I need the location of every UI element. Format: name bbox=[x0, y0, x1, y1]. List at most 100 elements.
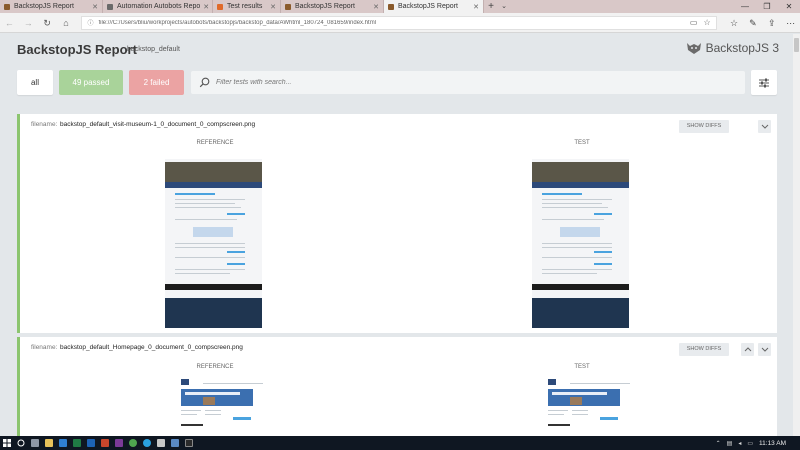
app-icon[interactable] bbox=[154, 436, 168, 450]
browser-tab-title: Automation Autobots Repo bbox=[117, 3, 201, 10]
browser-tab[interactable]: Automation Autobots Repo ✕ bbox=[103, 0, 213, 13]
filter-all-button[interactable]: all bbox=[17, 70, 53, 95]
show-diffs-button[interactable]: SHOW DIFFS bbox=[679, 343, 729, 356]
close-icon[interactable]: ✕ bbox=[470, 3, 479, 11]
address-bar: ← → ↻ ⌂ ⓘ file:///C:/Users/bliu/workproj… bbox=[0, 13, 800, 33]
volume-icon[interactable]: ◂ bbox=[738, 440, 741, 447]
test-label: TEST bbox=[574, 140, 590, 146]
scrollbar-thumb[interactable] bbox=[794, 38, 799, 52]
expand-down-button[interactable] bbox=[758, 120, 771, 133]
excel-icon[interactable] bbox=[70, 436, 84, 450]
collapse-up-button[interactable] bbox=[741, 343, 754, 356]
test-screenshot[interactable] bbox=[532, 153, 629, 328]
edge-browser-icon[interactable] bbox=[56, 436, 70, 450]
settings-button[interactable] bbox=[751, 70, 777, 95]
window-controls: — ❐ ✕ bbox=[734, 0, 800, 13]
close-icon[interactable]: ✕ bbox=[267, 3, 276, 11]
info-icon[interactable]: ⓘ bbox=[87, 18, 93, 27]
browser-tab[interactable]: Test results ✕ bbox=[213, 0, 281, 13]
chrome-icon[interactable] bbox=[126, 436, 140, 450]
page-title: BackstopJS Report bbox=[17, 42, 137, 57]
taskbar-clock[interactable]: 11:13 AM bbox=[759, 440, 786, 447]
test-label: TEST bbox=[574, 364, 590, 370]
browser-tab-title: BackstopJS Report bbox=[295, 3, 355, 10]
browser-tab[interactable]: BackstopJS Report ✕ bbox=[281, 0, 384, 13]
search-icon[interactable] bbox=[14, 436, 28, 450]
reference-label: REFERENCE bbox=[196, 364, 234, 370]
reading-view-icon[interactable]: ▭ bbox=[690, 18, 698, 27]
network-icon[interactable]: ▤ bbox=[727, 440, 733, 447]
browser-tab-title: Test results bbox=[227, 3, 263, 10]
filename-label: filename: bbox=[31, 121, 58, 128]
results-favicon-icon bbox=[217, 3, 223, 10]
reference-label: REFERENCE bbox=[196, 140, 234, 146]
filter-passed-button[interactable]: 49 passed bbox=[59, 70, 123, 95]
close-icon[interactable]: ✕ bbox=[200, 3, 209, 11]
chevron-up-icon bbox=[744, 347, 751, 352]
chevron-up-icon[interactable]: ⌃ bbox=[716, 440, 721, 447]
powerpoint-icon[interactable] bbox=[98, 436, 112, 450]
reference-screenshot[interactable] bbox=[143, 377, 285, 437]
filename-value: backstop_default_visit-museum-1_0_docume… bbox=[60, 121, 256, 128]
favorite-star-icon[interactable]: ☆ bbox=[703, 18, 710, 27]
skype-icon[interactable] bbox=[140, 436, 154, 450]
search-input[interactable] bbox=[216, 79, 716, 86]
close-icon[interactable]: ✕ bbox=[89, 3, 98, 11]
taskbar: ⌃ ▤ ◂ ▭ 11:13 AM bbox=[0, 436, 800, 450]
home-icon[interactable]: ⌂ bbox=[57, 13, 76, 33]
favorites-hub-icon[interactable]: ☆ bbox=[725, 13, 744, 33]
chevron-down-icon bbox=[761, 347, 768, 352]
file-explorer-icon[interactable] bbox=[42, 436, 56, 450]
test-result-card: filename: backstop_default_visit-museum-… bbox=[17, 114, 777, 333]
browser-tab-title: BackstopJS Report bbox=[398, 3, 458, 10]
minimize-icon[interactable]: — bbox=[734, 0, 756, 13]
browser-tab-strip: BackstopJS Report ✕ Automation Autobots … bbox=[0, 0, 800, 13]
browser-tab-active[interactable]: BackstopJS Report ✕ bbox=[384, 0, 484, 13]
filter-row: all 49 passed 2 failed bbox=[0, 70, 793, 96]
notification-icon[interactable]: ▭ bbox=[747, 440, 753, 447]
system-tray: ⌃ ▤ ◂ ▭ 11:13 AM bbox=[710, 440, 800, 447]
report-header: BackstopJS Report backstop_default Backs… bbox=[0, 34, 793, 64]
brand-name: BackstopJS 3 bbox=[705, 41, 779, 55]
show-diffs-button[interactable]: SHOW DIFFS bbox=[679, 120, 729, 133]
search-box bbox=[191, 71, 745, 94]
back-arrow-icon[interactable]: ← bbox=[0, 13, 19, 33]
repo-favicon-icon bbox=[107, 3, 113, 10]
refresh-icon[interactable]: ↻ bbox=[38, 13, 57, 33]
test-result-card: filename: backstop_default_Homepage_0_do… bbox=[17, 337, 777, 437]
test-screenshot[interactable] bbox=[510, 377, 652, 437]
reference-screenshot[interactable] bbox=[165, 153, 262, 328]
forward-arrow-icon[interactable]: → bbox=[19, 13, 38, 33]
windows-start-icon[interactable] bbox=[0, 436, 14, 450]
maximize-icon[interactable]: ❐ bbox=[756, 0, 778, 13]
brand: BackstopJS 3 bbox=[686, 41, 779, 55]
more-icon[interactable]: ⋯ bbox=[781, 13, 800, 33]
app-icon[interactable] bbox=[182, 436, 196, 450]
chevron-down-icon bbox=[761, 124, 768, 129]
onenote-icon[interactable] bbox=[112, 436, 126, 450]
close-icon[interactable]: ✕ bbox=[370, 3, 379, 11]
filter-failed-button[interactable]: 2 failed bbox=[129, 70, 184, 95]
task-view-icon[interactable] bbox=[28, 436, 42, 450]
browser-tab[interactable]: BackstopJS Report ✕ bbox=[0, 0, 103, 13]
app-icon[interactable] bbox=[168, 436, 182, 450]
new-tab-icon[interactable]: + bbox=[484, 0, 498, 13]
browser-tab-title: BackstopJS Report bbox=[14, 3, 74, 10]
expand-down-button[interactable] bbox=[758, 343, 771, 356]
web-note-icon[interactable]: ✎ bbox=[743, 13, 762, 33]
filename-label: filename: bbox=[31, 344, 58, 351]
backstop-favicon-icon bbox=[285, 3, 291, 10]
search-icon bbox=[199, 77, 210, 88]
vertical-scrollbar[interactable] bbox=[793, 34, 800, 436]
outlook-icon[interactable] bbox=[84, 436, 98, 450]
url-field[interactable]: ⓘ file:///C:/Users/bliu/workprojects/aut… bbox=[81, 15, 717, 30]
backstop-logo-icon bbox=[686, 43, 701, 54]
backstop-favicon-icon bbox=[388, 3, 394, 10]
url-text: file:///C:/Users/bliu/workprojects/autob… bbox=[98, 19, 377, 26]
share-icon[interactable]: ⇪ bbox=[762, 13, 781, 33]
filename-value: backstop_default_Homepage_0_document_0_c… bbox=[60, 344, 243, 351]
page-subtitle: backstop_default bbox=[127, 46, 180, 53]
close-window-icon[interactable]: ✕ bbox=[778, 0, 800, 13]
chevron-down-icon[interactable]: ⌄ bbox=[498, 0, 510, 13]
backstop-favicon-icon bbox=[4, 3, 10, 10]
